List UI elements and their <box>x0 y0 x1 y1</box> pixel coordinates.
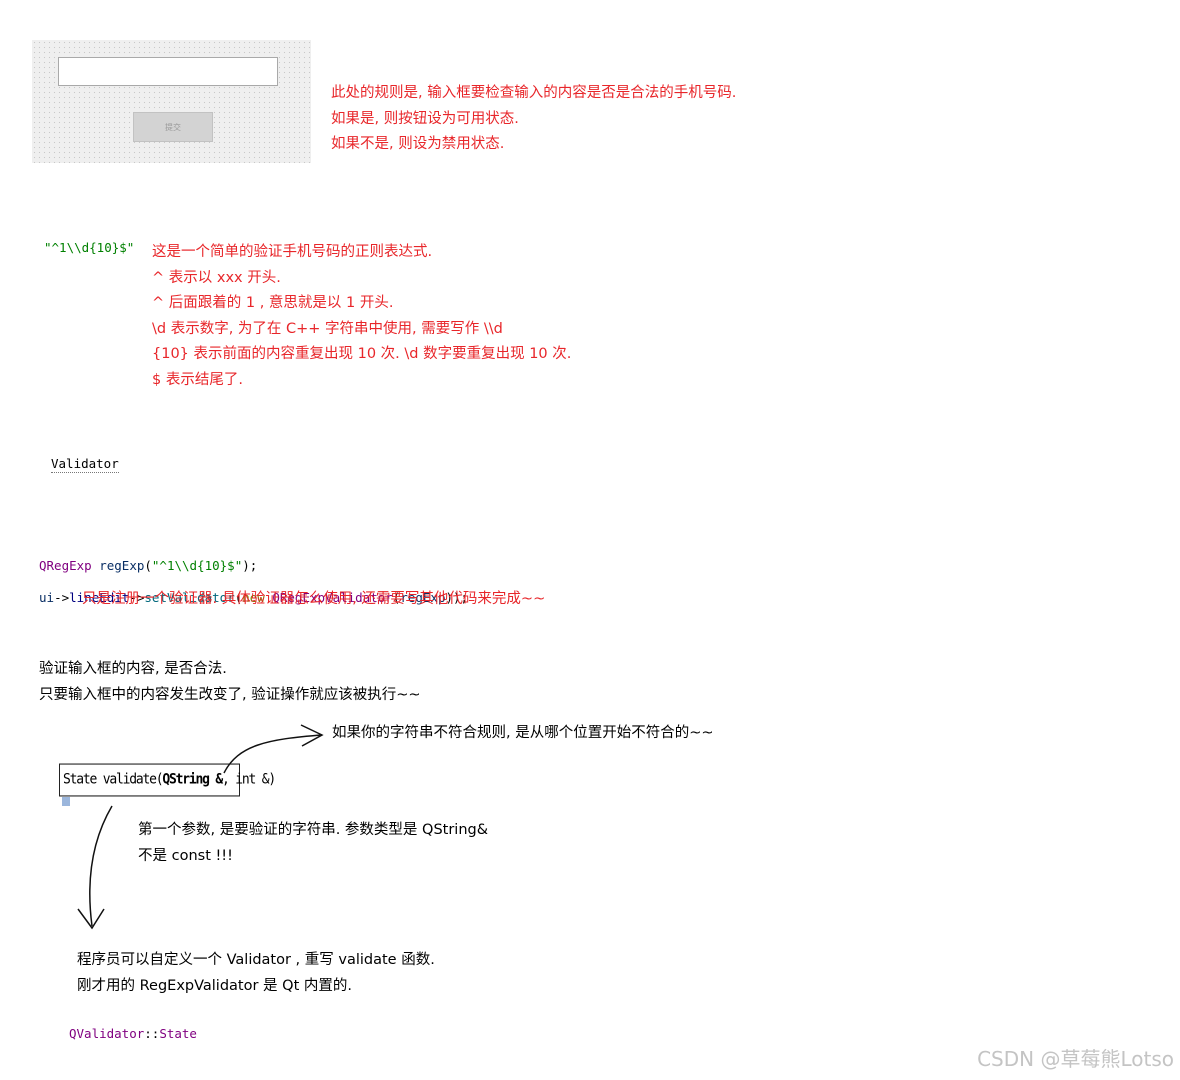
arrow-to-position-note <box>223 734 323 774</box>
custom-line-2: 刚才用的 RegExpValidator 是 Qt 内置的. <box>77 977 352 994</box>
custom-validator-note: 程序员可以自定义一个 Validator , 重写 validate 函数. 刚… <box>77 948 435 999</box>
arrow-to-custom-note <box>89 805 113 927</box>
state-member: State <box>159 1026 197 1041</box>
state-class: QValidator <box>69 1026 145 1041</box>
state-sep: :: <box>144 1026 160 1041</box>
first-param-line-1: 第一个参数, 是要验证的字符串. 参数类型是 QString& <box>138 822 489 838</box>
watermark: CSDN @草莓熊Lotso <box>977 1047 1174 1071</box>
state-code: QValidator::State <box>69 1026 197 1042</box>
annotation-arrows <box>77 724 324 930</box>
first-param-note: 第一个参数, 是要验证的字符串. 参数类型是 QString& 不是 const… <box>138 818 488 869</box>
custom-line-1: 程序员可以自定义一个 Validator , 重写 validate 函数. <box>77 952 435 968</box>
first-param-line-2: 不是 const !!! <box>138 847 233 864</box>
